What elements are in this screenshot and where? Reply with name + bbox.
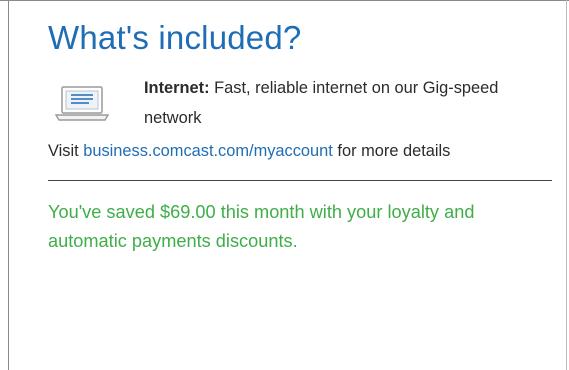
internet-service-description-block: Internet: Fast, reliable internet on our… xyxy=(144,73,539,133)
laptop-icon xyxy=(54,85,110,123)
account-details-text: Visit business.comcast.com/myaccount for… xyxy=(48,135,553,167)
top-border xyxy=(0,0,569,1)
savings-message: You've saved $69.00 this month with your… xyxy=(48,202,475,251)
page-title: What's included? xyxy=(48,19,302,56)
whats-included-panel: What's included? Internet: Fast, reliabl… xyxy=(48,18,553,256)
internet-service-row: Internet: Fast, reliable internet on our… xyxy=(48,77,553,133)
myaccount-link[interactable]: business.comcast.com/myaccount xyxy=(83,142,333,160)
details-suffix: for more details xyxy=(337,142,451,160)
section-divider xyxy=(48,180,552,181)
left-border xyxy=(8,0,9,370)
details-prefix: Visit xyxy=(48,142,79,160)
right-border xyxy=(566,0,567,370)
service-name: Internet: xyxy=(144,79,210,97)
